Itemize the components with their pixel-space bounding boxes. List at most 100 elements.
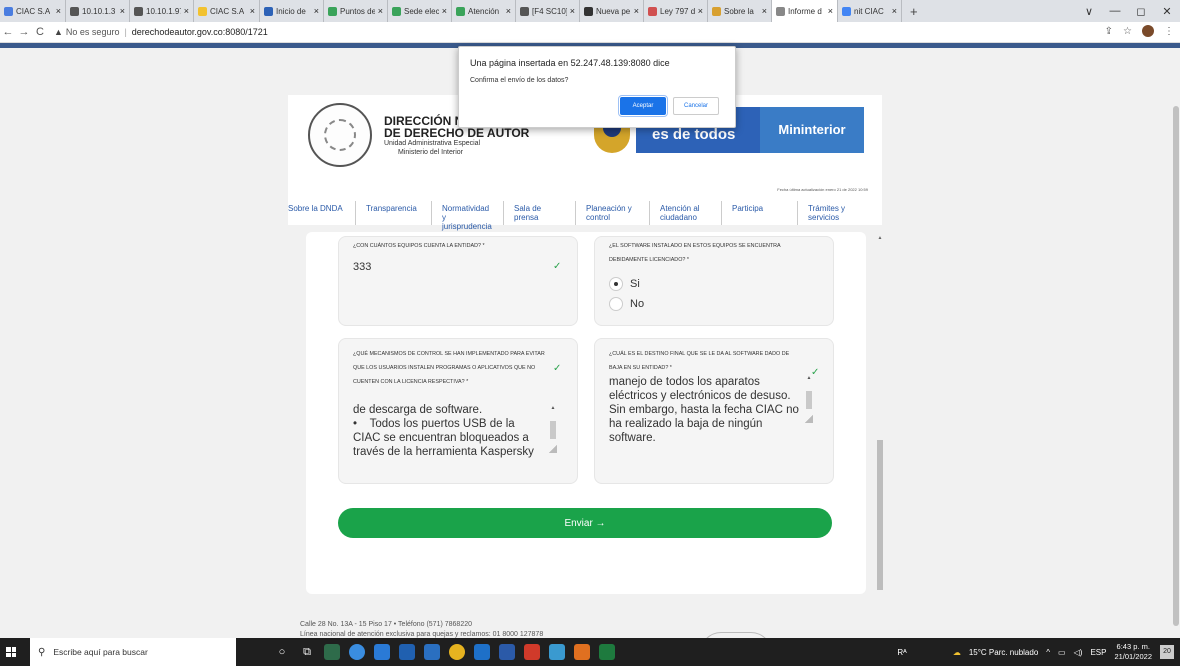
close-window-button[interactable]: ✕	[1154, 5, 1180, 18]
excel-icon[interactable]	[599, 644, 615, 660]
browser-tab[interactable]: Puntos de ×	[324, 0, 388, 22]
app-icon-2[interactable]	[399, 644, 415, 660]
nav-sala-prensa[interactable]: Sala de prensa	[504, 201, 576, 225]
weather-icon[interactable]: ☁	[953, 648, 961, 657]
language-indicator[interactable]: ESP	[1090, 648, 1106, 657]
equipment-count-input[interactable]: 333	[353, 261, 371, 273]
bookmark-star-icon[interactable]: ☆	[1123, 26, 1132, 37]
reload-icon[interactable]: C	[32, 26, 48, 38]
browser-tab[interactable]: Ley 797 d ×	[644, 0, 708, 22]
nav-tramites[interactable]: Trámites y servicios	[798, 201, 868, 225]
tab-close-icon[interactable]: ×	[695, 6, 703, 16]
forward-icon[interactable]: →	[16, 26, 32, 38]
tab-favicon-icon	[392, 6, 401, 16]
share-icon[interactable]: ⇪	[1105, 26, 1113, 37]
textarea-scrollbar[interactable]: ▲	[549, 405, 557, 453]
app-icon-5[interactable]	[549, 644, 565, 660]
word-icon[interactable]	[499, 644, 515, 660]
question-card-3: ¿Qué mecanismos de control se han implem…	[338, 338, 578, 484]
app-icon-6[interactable]	[574, 644, 590, 660]
cancel-button[interactable]: Cancelar	[673, 97, 719, 115]
tab-close-icon[interactable]: ×	[759, 6, 767, 16]
maximize-button[interactable]: ◻	[1128, 5, 1154, 18]
accept-button[interactable]: Aceptar	[618, 95, 668, 117]
browser-tab[interactable]: Atención ×	[452, 0, 516, 22]
edge-icon[interactable]	[349, 644, 365, 660]
tab-close-icon[interactable]: ×	[567, 6, 575, 16]
url-text[interactable]: derechodeautor.gov.co:8080/1721	[132, 27, 268, 37]
tab-title: CIAC S.A	[16, 6, 51, 16]
ministry-banner[interactable]: Mininterior	[760, 107, 864, 153]
tab-close-icon[interactable]: ×	[375, 6, 383, 16]
minimize-button[interactable]: —	[1102, 5, 1128, 17]
network-icon[interactable]: ▭	[1058, 648, 1066, 657]
weather-text[interactable]: 15°C Parc. nublado	[969, 648, 1038, 657]
tab-close-icon[interactable]: ×	[503, 6, 511, 16]
submit-button[interactable]: Enviar →	[338, 508, 832, 538]
page-scrollbar[interactable]	[1172, 48, 1180, 626]
chrome-icon[interactable]	[449, 644, 465, 660]
tab-search-icon[interactable]: ∨	[1076, 5, 1102, 18]
tab-close-icon[interactable]: ×	[247, 6, 255, 16]
nav-transparencia[interactable]: Transparencia	[356, 201, 432, 225]
cortana-icon[interactable]: ○	[274, 644, 290, 660]
app-icon-1[interactable]	[324, 644, 340, 660]
browser-tab[interactable]: Informe d ×	[772, 0, 838, 22]
browser-tab[interactable]: 10.10.1.3 ×	[66, 0, 130, 22]
browser-tab[interactable]: Inicio de ×	[260, 0, 324, 22]
form-scrollbar[interactable]: ▲	[876, 232, 884, 602]
nav-planeacion[interactable]: Planeación y control	[576, 201, 650, 225]
page-scrollbar-thumb[interactable]	[1173, 106, 1179, 626]
tab-close-icon[interactable]: ×	[53, 6, 61, 16]
browser-tab[interactable]: Nueva pe ×	[580, 0, 644, 22]
radio-option-si[interactable]: Si	[609, 277, 640, 291]
tab-close-icon[interactable]: ×	[825, 6, 833, 16]
tab-close-icon[interactable]: ×	[631, 6, 639, 16]
url-field[interactable]: ▲ No es seguro | derechodeautor.gov.co:8…	[54, 27, 268, 37]
tab-close-icon[interactable]: ×	[439, 6, 447, 16]
back-icon[interactable]: ←	[0, 26, 16, 38]
tab-close-icon[interactable]: ×	[181, 6, 189, 16]
resize-grip-icon[interactable]	[549, 445, 557, 453]
textarea-scrollbar[interactable]: ▲	[805, 375, 813, 423]
tab-close-icon[interactable]: ×	[117, 6, 125, 16]
store-icon[interactable]	[374, 644, 390, 660]
app-icon-3[interactable]	[424, 644, 440, 660]
start-button[interactable]	[0, 638, 22, 666]
radio-button-si[interactable]	[609, 277, 623, 291]
browser-tab[interactable]: [F4 SC10] ×	[516, 0, 580, 22]
dnda-logo[interactable]	[308, 103, 372, 167]
form-scrollbar-thumb[interactable]	[877, 440, 883, 590]
tab-close-icon[interactable]: ×	[311, 6, 319, 16]
control-mechanisms-textarea[interactable]: de descarga de software. • Todos los pue…	[353, 403, 543, 483]
taskbar-search[interactable]: ⚲ Escribe aquí para buscar	[30, 638, 236, 666]
radio-option-no[interactable]: No	[609, 297, 644, 311]
browser-tab[interactable]: CIAC S.A ×	[0, 0, 66, 22]
notification-center-icon[interactable]: 20	[1160, 645, 1174, 659]
software-disposal-textarea[interactable]: manejo de todos los aparatos eléctricos …	[609, 375, 803, 453]
browser-tab[interactable]: nit CIAC ×	[838, 0, 902, 22]
menu-kebab-icon[interactable]: ⋮	[1164, 26, 1174, 37]
browser-tab[interactable]: Sede elec ×	[388, 0, 452, 22]
nav-normatividad[interactable]: Normatividad y jurisprudencia	[432, 201, 504, 231]
people-icon[interactable]: Rᴬ	[897, 648, 906, 657]
new-tab-button[interactable]: +	[902, 4, 926, 19]
nav-participa[interactable]: Participa	[722, 201, 798, 225]
outlook-icon[interactable]	[474, 644, 490, 660]
browser-tab[interactable]: CIAC S.A ×	[194, 0, 260, 22]
resize-grip-icon[interactable]	[805, 415, 813, 423]
address-bar: ← → C ▲ No es seguro | derechodeautor.go…	[0, 22, 1180, 43]
volume-icon[interactable]: ◁)	[1074, 648, 1083, 657]
nav-atencion[interactable]: Atención al ciudadano	[650, 201, 722, 225]
clock[interactable]: 6:43 p. m. 21/01/2022	[1114, 642, 1152, 662]
profile-avatar[interactable]	[1142, 25, 1154, 37]
app-icon-4[interactable]	[524, 644, 540, 660]
tab-title: CIAC S.A	[210, 6, 245, 16]
task-view-icon[interactable]: ⧉	[299, 644, 315, 660]
tab-close-icon[interactable]: ×	[889, 6, 897, 16]
radio-button-no[interactable]	[609, 297, 623, 311]
tray-chevron-icon[interactable]: ^	[1046, 648, 1050, 657]
nav-sobre-dnda[interactable]: Sobre la DNDA	[288, 201, 356, 225]
browser-tab[interactable]: Sobre la ×	[708, 0, 772, 22]
browser-tab[interactable]: 10.10.1.97 ×	[130, 0, 194, 22]
